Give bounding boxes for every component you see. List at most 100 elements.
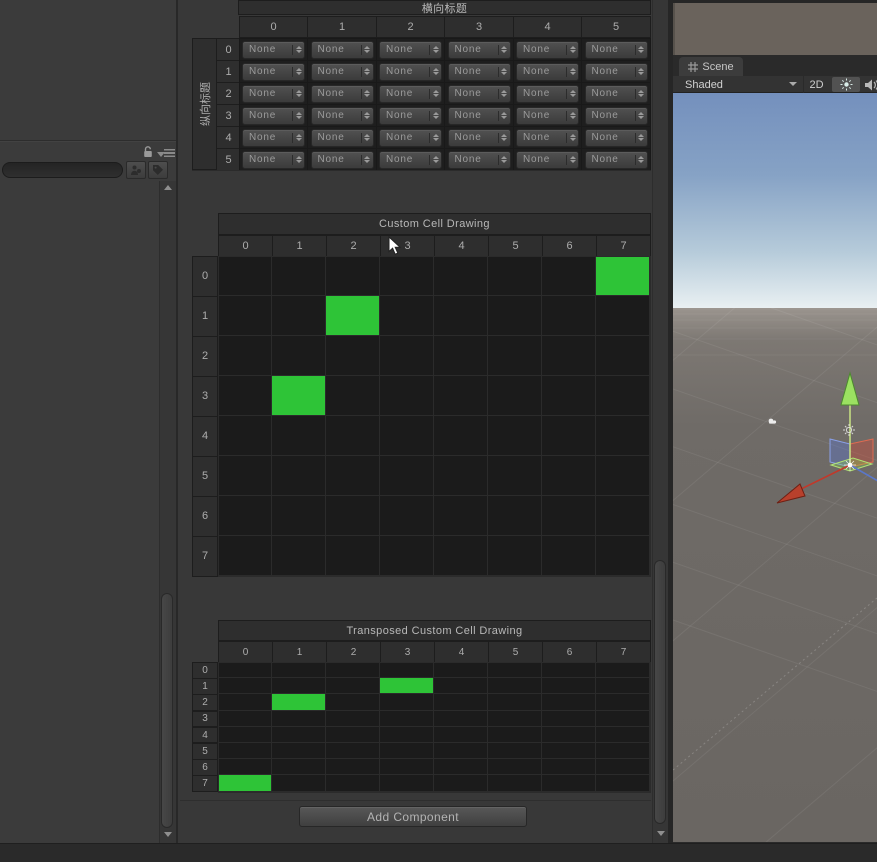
grid-cell [488,759,542,776]
grid-cell-highlighted [218,775,272,792]
column-header: 3 [444,16,514,38]
grid-cell [218,678,272,695]
grid-cell [272,759,326,776]
none-dropdown[interactable]: None [516,84,579,103]
none-dropdown[interactable]: None [379,62,442,81]
grid-cell [596,678,650,695]
none-dropdown[interactable]: None [310,150,374,169]
none-dropdown[interactable]: None [242,106,305,125]
none-dropdown[interactable]: None [584,150,648,169]
none-dropdown[interactable]: None [242,40,305,59]
filter-button[interactable] [126,161,146,179]
column-header: 7 [596,235,651,257]
none-dropdown[interactable]: None [584,84,648,103]
grid-cell [434,416,488,456]
grid-cell [380,775,434,792]
shading-mode-dropdown[interactable]: Shaded [678,76,800,93]
pane-menu-icon[interactable] [164,149,175,157]
search-input[interactable] [2,162,123,178]
scene-audio-toggle[interactable] [864,77,877,92]
grid-cell [434,536,488,576]
none-dropdown[interactable]: None [516,106,579,125]
none-dropdown[interactable]: None [242,62,305,81]
gizmo-y-arrowhead[interactable] [840,371,860,406]
grid-cell-highlighted [380,678,434,695]
grid-cell [272,726,326,743]
none-dropdown[interactable]: None [310,106,374,125]
grid-cell [218,726,272,743]
scene-lighting-toggle[interactable] [832,77,860,92]
dropdown-cell: None [376,126,445,149]
left-scrollbar-thumb[interactable] [161,593,173,828]
dropdown-cell: None [581,148,651,171]
grid-cell-highlighted [272,694,326,711]
none-dropdown[interactable]: None [584,62,648,81]
none-dropdown[interactable]: None [516,128,579,147]
none-dropdown[interactable]: None [584,128,648,147]
none-dropdown[interactable]: None [447,40,511,59]
none-dropdown[interactable]: None [447,106,511,125]
none-dropdown[interactable]: None [379,40,442,59]
dropdown-arrows-icon [362,134,373,141]
add-component-button[interactable]: Add Component [299,806,527,827]
none-dropdown[interactable]: None [447,128,511,147]
grid-cell [542,416,596,456]
none-dropdown[interactable]: None [379,84,442,103]
tab-scene[interactable]: Scene [679,57,743,76]
scroll-down-arrow-icon[interactable] [657,831,665,836]
grid-cell [434,710,488,727]
dropdown-table-title-text: 横向标题 [421,2,468,15]
none-dropdown[interactable]: None [516,40,579,59]
grid-cell [488,694,542,711]
scroll-down-arrow-icon[interactable] [164,832,172,837]
person-icon [131,165,141,175]
inspector-scrollbar-thumb[interactable] [654,560,666,824]
grid-cell [434,743,488,760]
none-dropdown[interactable]: None [584,106,648,125]
panel-split-divider[interactable] [176,0,178,843]
dropdown-value: None [386,66,414,77]
none-dropdown[interactable]: None [310,128,374,147]
none-dropdown[interactable]: None [516,62,579,81]
gizmo-x-arrowhead[interactable] [776,483,806,504]
none-dropdown[interactable]: None [516,150,579,169]
dropdown-value: None [454,88,482,99]
none-dropdown[interactable]: None [447,62,511,81]
grid-cell [488,662,542,679]
dropdown-value: None [591,44,619,55]
scene-object-gizmo[interactable] [768,418,777,424]
none-dropdown[interactable]: None [310,84,374,103]
dropdown-value: None [317,110,345,121]
none-dropdown[interactable]: None [379,128,442,147]
none-dropdown[interactable]: None [379,106,442,125]
none-dropdown[interactable]: None [584,40,648,59]
none-dropdown[interactable]: None [379,150,442,169]
none-dropdown[interactable]: None [447,150,511,169]
section-divider [180,800,651,801]
grid-cell [596,759,650,776]
none-dropdown[interactable]: None [242,150,305,169]
grid-cell-highlighted [326,296,380,336]
grid-cell [380,694,434,711]
grid-cell [488,775,542,792]
row-header: 6 [192,496,218,537]
none-dropdown[interactable]: None [242,128,305,147]
scene-viewport[interactable] [673,93,877,842]
dropdown-table-title: 横向标题 [238,0,651,15]
none-dropdown[interactable]: None [242,84,305,103]
tag-button[interactable] [148,161,168,179]
grid-cell [488,710,542,727]
scroll-up-arrow-icon[interactable] [164,185,172,190]
toggle-2d-button[interactable]: 2D [803,76,829,93]
dropdown-value: None [523,154,551,165]
none-dropdown[interactable]: None [447,84,511,103]
none-dropdown[interactable]: None [310,62,374,81]
dropdown-value: None [249,88,277,99]
none-dropdown[interactable]: None [310,40,374,59]
row-header: 0 [192,662,218,679]
unlock-icon[interactable] [142,146,154,158]
grid-cell [596,296,650,336]
toggle-2d-label: 2D [809,78,824,91]
column-header: 3 [380,641,435,663]
dropdown-cell: None [307,126,377,149]
